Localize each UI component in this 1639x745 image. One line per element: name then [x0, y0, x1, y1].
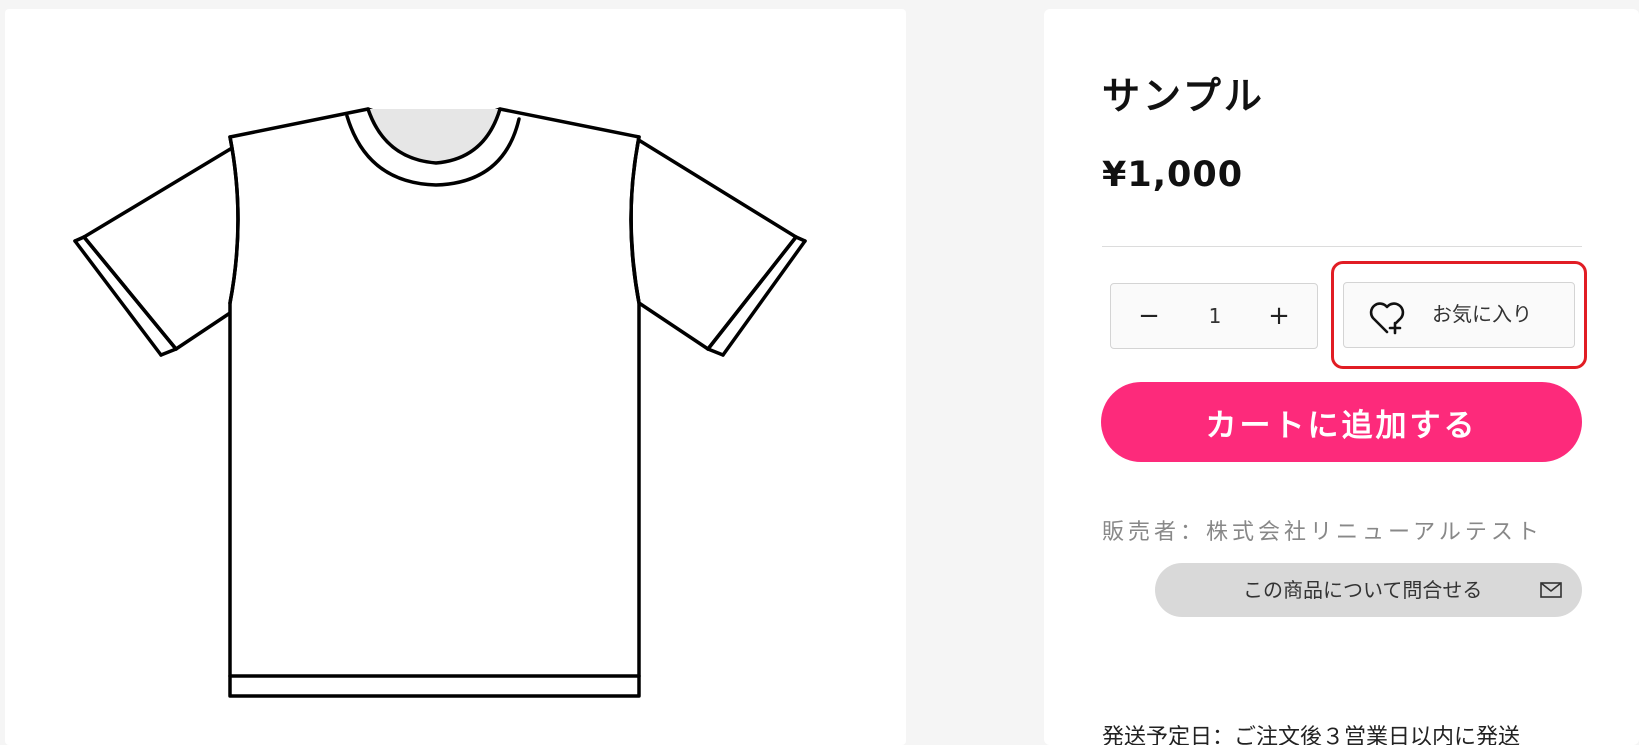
inquiry-label: この商品について問合せる: [1243, 578, 1483, 602]
product-image-panel: [5, 9, 906, 745]
divider: [1102, 246, 1582, 247]
favorite-button[interactable]: お気に入り: [1343, 282, 1575, 348]
product-price: ¥1,000: [1102, 155, 1244, 195]
product-inquiry-button[interactable]: この商品について問合せる: [1155, 563, 1582, 617]
heart-plus-icon: [1369, 302, 1405, 335]
favorite-label: お気に入り: [1432, 304, 1532, 326]
quantity-value[interactable]: 1: [1177, 284, 1253, 348]
mail-icon: [1540, 582, 1562, 598]
product-title: サンプル: [1102, 74, 1265, 118]
product-info-panel: サンプル ¥1,000 − 1 + お気に入り カートに追加する 販売者：株式会…: [1044, 9, 1639, 745]
add-to-cart-button[interactable]: カートに追加する: [1101, 382, 1582, 462]
quantity-increase-button[interactable]: +: [1251, 284, 1307, 348]
quantity-decrease-button[interactable]: −: [1121, 284, 1177, 348]
shipping-info: 発送予定日：ご注文後３営業日以内に発送: [1102, 725, 1521, 745]
seller-text: 販売者：株式会社リニューアルテスト: [1102, 520, 1543, 545]
product-image: [73, 107, 807, 698]
quantity-stepper: − 1 +: [1110, 283, 1318, 349]
